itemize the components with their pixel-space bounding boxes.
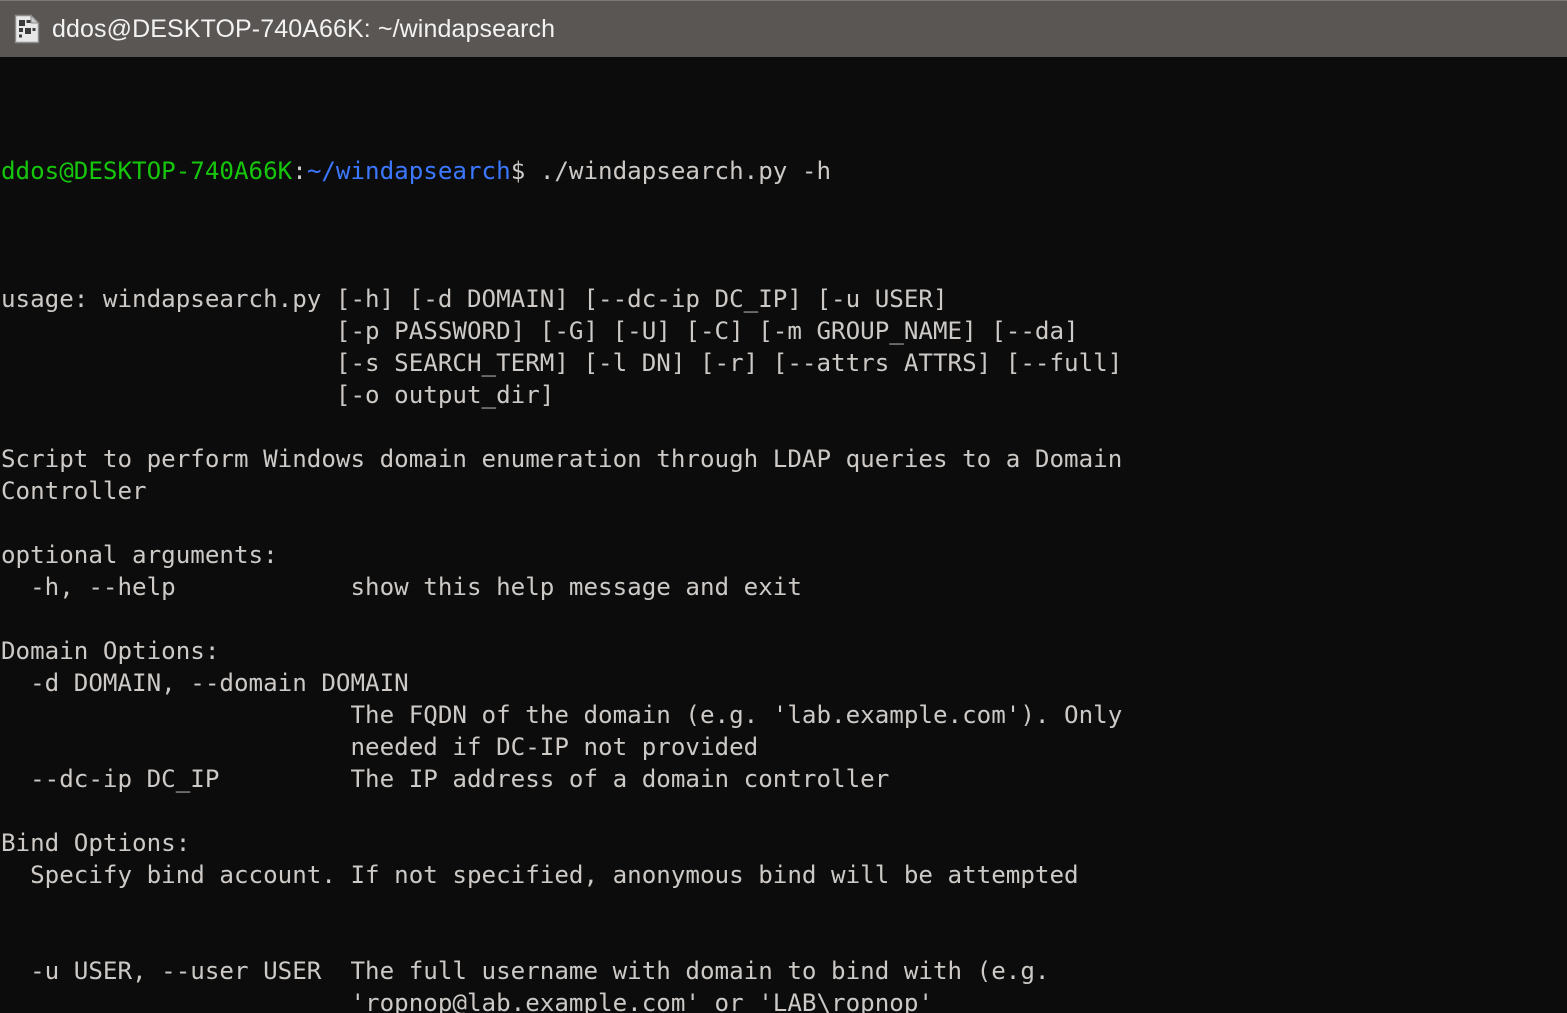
- window-titlebar[interactable]: ddos@DESKTOP-740A66K: ~/windapsearch: [0, 0, 1567, 57]
- prompt-line: ddos@DESKTOP-740A66K:~/windapsearch$ ./w…: [0, 155, 1567, 187]
- output-line: -d DOMAIN, --domain DOMAIN: [1, 669, 409, 697]
- output-line: Specify bind account. If not specified, …: [1, 861, 1079, 889]
- output-line: usage: windapsearch.py [-h] [-d DOMAIN] …: [1, 285, 948, 313]
- output-line: Domain Options:: [1, 637, 220, 665]
- output-line: [-s SEARCH_TERM] [-l DN] [-r] [--attrs A…: [1, 349, 1123, 377]
- prompt-user-host: ddos@DESKTOP-740A66K: [1, 157, 293, 185]
- terminal-body[interactable]: ddos@DESKTOP-740A66K:~/windapsearch$ ./w…: [0, 57, 1567, 1013]
- output-line: --dc-ip DC_IP The IP address of a domain…: [1, 765, 890, 793]
- output-line: -u USER, --user USER The full username w…: [1, 957, 1050, 985]
- prompt-sigil: $: [510, 157, 540, 185]
- terminal-screen: ddos@DESKTOP-740A66K:~/windapsearch$ ./w…: [0, 59, 1567, 1013]
- output-line: optional arguments:: [1, 541, 278, 569]
- output-line: [-o output_dir]: [1, 381, 555, 409]
- prompt-separator: :: [292, 157, 307, 185]
- window-title: ddos@DESKTOP-740A66K: ~/windapsearch: [52, 15, 556, 43]
- command-output: usage: windapsearch.py [-h] [-d DOMAIN] …: [0, 283, 1567, 1013]
- output-line: The FQDN of the domain (e.g. 'lab.exampl…: [1, 701, 1123, 729]
- output-line: -h, --help show this help message and ex…: [1, 573, 802, 601]
- prompt-command: ./windapsearch.py -h: [539, 157, 832, 185]
- output-line: Bind Options:: [1, 829, 191, 857]
- output-line: needed if DC-IP not provided: [1, 733, 759, 761]
- output-line: [-p PASSWORD] [-G] [-U] [-C] [-m GROUP_N…: [1, 317, 1079, 345]
- output-line: Controller: [1, 477, 147, 505]
- output-line: 'ropnop@lab.example.com' or 'LAB\ropnop': [1, 989, 933, 1013]
- output-line: Script to perform Windows domain enumera…: [1, 445, 1123, 473]
- terminal-document-icon: [14, 14, 40, 44]
- prompt-path: ~/windapsearch: [306, 157, 511, 185]
